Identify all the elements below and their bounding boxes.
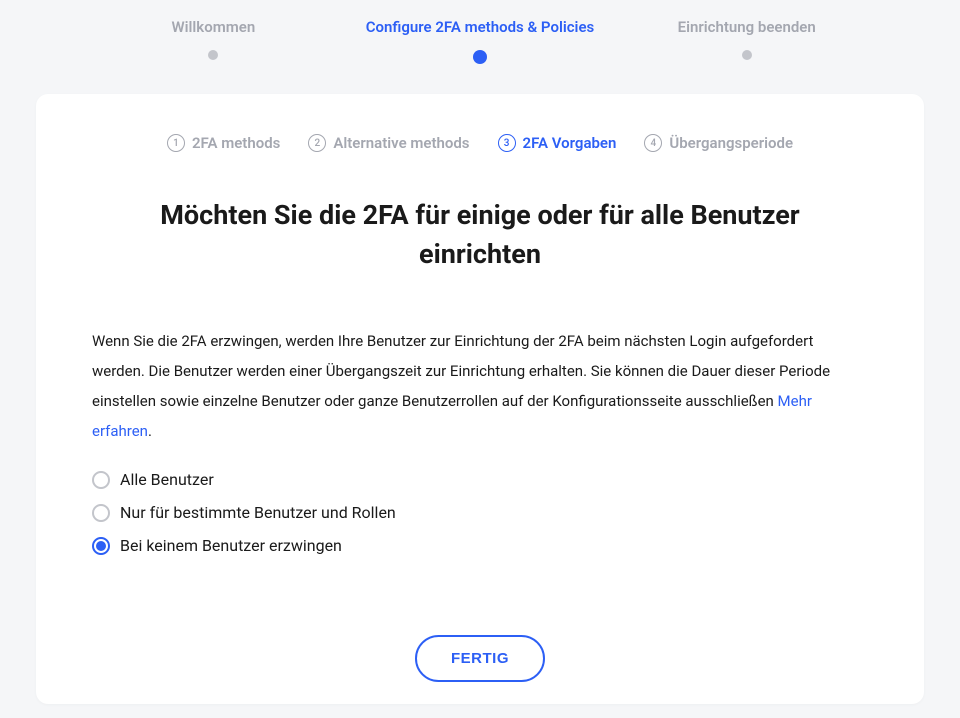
sub-step-label: Übergangsperiode	[669, 134, 793, 152]
top-step-welcome[interactable]: Willkommen	[80, 18, 347, 64]
sub-step-number-icon: 3	[498, 134, 516, 152]
done-button[interactable]: FERTIG	[415, 635, 545, 682]
top-step-configure[interactable]: Configure 2FA methods & Policies	[347, 18, 614, 64]
sub-step-label: 2FA methods	[192, 134, 280, 152]
radio-icon	[92, 471, 110, 489]
top-step-label: Einrichtung beenden	[678, 18, 816, 36]
radio-icon	[92, 537, 110, 555]
button-row: FERTIG	[92, 635, 868, 682]
description-suffix: .	[148, 422, 152, 440]
sub-step-2fa-methods[interactable]: 1 2FA methods	[167, 134, 280, 152]
sub-step-label: 2FA Vorgaben	[523, 134, 617, 152]
sub-stepper: 1 2FA methods 2 Alternative methods 3 2F…	[92, 134, 868, 152]
top-stepper: Willkommen Configure 2FA methods & Polic…	[0, 0, 960, 76]
enforcement-radio-group: Alle Benutzer Nur für bestimmte Benutzer…	[92, 470, 868, 555]
top-step-label: Configure 2FA methods & Policies	[366, 18, 595, 36]
step-dot-icon	[742, 50, 752, 60]
radio-label: Bei keinem Benutzer erzwingen	[120, 536, 342, 555]
radio-icon	[92, 504, 110, 522]
step-dot-icon	[473, 50, 487, 64]
description-text: Wenn Sie die 2FA erzwingen, werden Ihre …	[92, 326, 868, 446]
radio-dot-icon	[96, 541, 106, 551]
wizard-card: 1 2FA methods 2 Alternative methods 3 2F…	[36, 94, 924, 704]
radio-label: Alle Benutzer	[120, 470, 214, 489]
radio-option-specific-users-roles[interactable]: Nur für bestimmte Benutzer und Rollen	[92, 503, 868, 522]
top-step-finish[interactable]: Einrichtung beenden	[613, 18, 880, 64]
step-dot-icon	[208, 50, 218, 60]
radio-label: Nur für bestimmte Benutzer und Rollen	[120, 503, 396, 522]
page-heading: Möchten Sie die 2FA für einige oder für …	[92, 196, 868, 274]
radio-option-no-enforcement[interactable]: Bei keinem Benutzer erzwingen	[92, 536, 868, 555]
radio-option-all-users[interactable]: Alle Benutzer	[92, 470, 868, 489]
top-step-label: Willkommen	[171, 18, 255, 36]
description-body: Wenn Sie die 2FA erzwingen, werden Ihre …	[92, 332, 830, 410]
sub-step-alternative-methods[interactable]: 2 Alternative methods	[308, 134, 469, 152]
sub-step-label: Alternative methods	[333, 134, 469, 152]
sub-step-2fa-vorgaben[interactable]: 3 2FA Vorgaben	[498, 134, 617, 152]
sub-step-number-icon: 2	[308, 134, 326, 152]
sub-step-number-icon: 4	[644, 134, 662, 152]
sub-step-uebergangsperiode[interactable]: 4 Übergangsperiode	[644, 134, 793, 152]
sub-step-number-icon: 1	[167, 134, 185, 152]
